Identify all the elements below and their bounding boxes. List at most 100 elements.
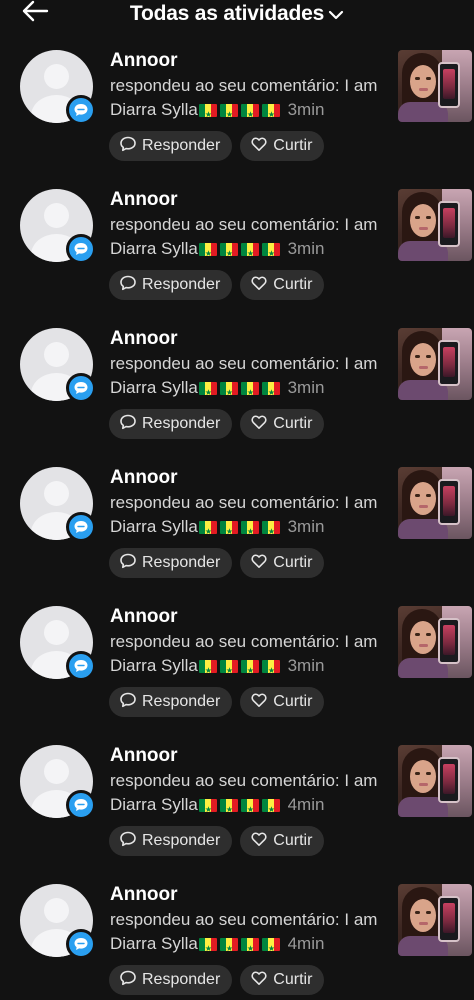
speech-bubble-icon <box>119 135 137 158</box>
senegal-flags-emoji <box>198 934 283 961</box>
like-button[interactable]: Curtir <box>240 548 325 578</box>
activity-actions: Responder Curtir <box>109 409 325 439</box>
reply-button[interactable]: Responder <box>109 687 233 717</box>
username[interactable]: Annoor <box>110 189 178 211</box>
reply-button[interactable]: Responder <box>109 965 233 995</box>
page-title: Todas as atividades <box>129 2 325 25</box>
speech-bubble-icon <box>119 969 137 992</box>
reply-label: Responder <box>142 554 221 571</box>
video-thumbnail[interactable] <box>398 328 472 400</box>
senegal-flags-emoji <box>198 795 283 822</box>
reply-label: Responder <box>142 693 221 710</box>
activity-item[interactable]: Annoor respondeu ao seu comentário: I am… <box>0 50 474 189</box>
like-label: Curtir <box>273 415 313 432</box>
activity-message: respondeu ao seu comentário: I am Diarra… <box>110 491 380 544</box>
like-button[interactable]: Curtir <box>240 409 325 439</box>
timestamp: 3min <box>287 517 325 536</box>
username[interactable]: Annoor <box>110 328 178 350</box>
activity-item[interactable]: Annoor respondeu ao seu comentário: I am… <box>0 189 474 328</box>
senegal-flags-emoji <box>198 100 283 127</box>
activity-item[interactable]: Annoor respondeu ao seu comentário: I am… <box>0 745 474 884</box>
activity-actions: Responder Curtir <box>109 826 325 856</box>
activity-actions: Responder Curtir <box>109 270 325 300</box>
comment-bubble-icon <box>66 790 96 820</box>
speech-bubble-icon <box>119 691 137 714</box>
heart-icon <box>250 969 268 992</box>
like-button[interactable]: Curtir <box>240 965 325 995</box>
activity-item[interactable]: Annoor respondeu ao seu comentário: I am… <box>0 467 474 606</box>
speech-bubble-icon <box>119 274 137 297</box>
activity-filter-dropdown[interactable]: Todas as atividades <box>0 2 474 26</box>
activity-page: Todas as atividades Annoor respondeu ao … <box>0 0 474 1000</box>
reply-label: Responder <box>142 832 221 849</box>
like-label: Curtir <box>273 554 313 571</box>
activity-item[interactable]: Annoor respondeu ao seu comentário: I am… <box>0 606 474 745</box>
like-label: Curtir <box>273 137 313 154</box>
like-label: Curtir <box>273 832 313 849</box>
reply-label: Responder <box>142 971 221 988</box>
heart-icon <box>250 552 268 575</box>
reply-button[interactable]: Responder <box>109 409 233 439</box>
comment-bubble-icon <box>66 512 96 542</box>
activity-actions: Responder Curtir <box>109 965 325 995</box>
senegal-flags-emoji <box>198 378 283 405</box>
reply-button[interactable]: Responder <box>109 131 233 161</box>
speech-bubble-icon <box>119 552 137 575</box>
comment-bubble-icon <box>66 95 96 125</box>
video-thumbnail[interactable] <box>398 884 472 956</box>
comment-bubble-icon <box>66 234 96 264</box>
like-button[interactable]: Curtir <box>240 826 325 856</box>
chevron-down-icon <box>328 7 344 25</box>
reply-button[interactable]: Responder <box>109 270 233 300</box>
reply-label: Responder <box>142 415 221 432</box>
comment-bubble-icon <box>66 651 96 681</box>
heart-icon <box>250 691 268 714</box>
username[interactable]: Annoor <box>110 50 178 72</box>
activity-message: respondeu ao seu comentário: I am Diarra… <box>110 74 380 127</box>
senegal-flags-emoji <box>198 656 283 683</box>
heart-icon <box>250 413 268 436</box>
header: Todas as atividades <box>0 0 474 30</box>
reply-label: Responder <box>142 137 221 154</box>
comment-bubble-icon <box>66 373 96 403</box>
reply-label: Responder <box>142 276 221 293</box>
username[interactable]: Annoor <box>110 606 178 628</box>
timestamp: 3min <box>287 100 325 119</box>
activity-item[interactable]: Annoor respondeu ao seu comentário: I am… <box>0 884 474 1000</box>
reply-button[interactable]: Responder <box>109 548 233 578</box>
activity-actions: Responder Curtir <box>109 548 325 578</box>
username[interactable]: Annoor <box>110 884 178 906</box>
activity-message: respondeu ao seu comentário: I am Diarra… <box>110 908 380 961</box>
video-thumbnail[interactable] <box>398 189 472 261</box>
senegal-flags-emoji <box>198 239 283 266</box>
activity-message: respondeu ao seu comentário: I am Diarra… <box>110 352 380 405</box>
heart-icon <box>250 830 268 853</box>
activity-message: respondeu ao seu comentário: I am Diarra… <box>110 630 380 683</box>
like-label: Curtir <box>273 693 313 710</box>
activity-message: respondeu ao seu comentário: I am Diarra… <box>110 769 380 822</box>
speech-bubble-icon <box>119 830 137 853</box>
like-button[interactable]: Curtir <box>240 131 325 161</box>
username[interactable]: Annoor <box>110 745 178 767</box>
timestamp: 3min <box>287 656 325 675</box>
like-button[interactable]: Curtir <box>240 687 325 717</box>
speech-bubble-icon <box>119 413 137 436</box>
activity-message: respondeu ao seu comentário: I am Diarra… <box>110 213 380 266</box>
timestamp: 4min <box>287 795 325 814</box>
activity-actions: Responder Curtir <box>109 687 325 717</box>
video-thumbnail[interactable] <box>398 50 472 122</box>
username[interactable]: Annoor <box>110 467 178 489</box>
comment-bubble-icon <box>66 929 96 959</box>
heart-icon <box>250 135 268 158</box>
activity-actions: Responder Curtir <box>109 131 325 161</box>
activity-item[interactable]: Annoor respondeu ao seu comentário: I am… <box>0 328 474 467</box>
senegal-flags-emoji <box>198 517 283 544</box>
video-thumbnail[interactable] <box>398 606 472 678</box>
heart-icon <box>250 274 268 297</box>
like-label: Curtir <box>273 971 313 988</box>
timestamp: 4min <box>287 934 325 953</box>
like-button[interactable]: Curtir <box>240 270 325 300</box>
video-thumbnail[interactable] <box>398 745 472 817</box>
reply-button[interactable]: Responder <box>109 826 233 856</box>
video-thumbnail[interactable] <box>398 467 472 539</box>
